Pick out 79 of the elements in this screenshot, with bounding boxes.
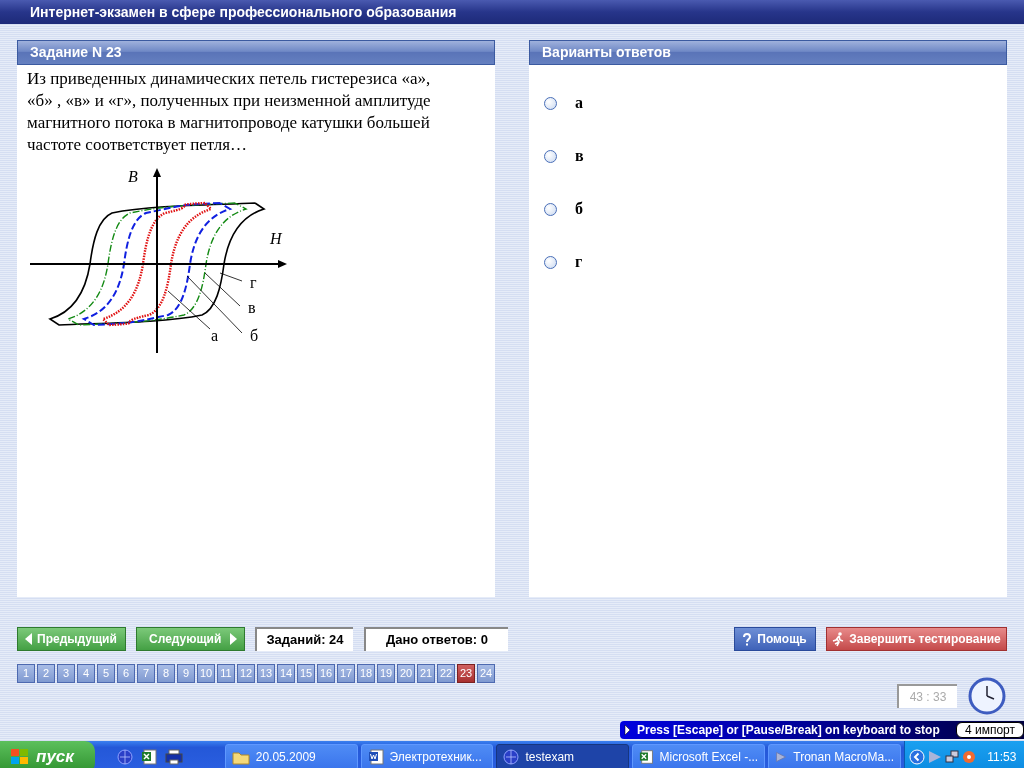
globe-icon bbox=[116, 749, 133, 765]
page-number-button[interactable]: 20 bbox=[397, 664, 415, 683]
help-icon bbox=[743, 632, 752, 646]
page-number-button[interactable]: 22 bbox=[437, 664, 455, 683]
panel-header: Задание N 23 bbox=[17, 40, 495, 65]
taskbar-button[interactable]: Microsoft Excel -... bbox=[632, 744, 766, 768]
panel-header: Варианты ответов bbox=[529, 40, 1007, 65]
page-number-button[interactable]: 19 bbox=[377, 664, 395, 683]
page-number-button[interactable]: 4 bbox=[77, 664, 95, 683]
page-number-button[interactable]: 10 bbox=[197, 664, 215, 683]
quick-launch-item[interactable] bbox=[140, 749, 157, 765]
flower-icon bbox=[962, 750, 977, 764]
page-number-button[interactable]: 21 bbox=[417, 664, 435, 683]
windows-logo-icon bbox=[10, 748, 30, 766]
axis-label: H bbox=[270, 230, 282, 247]
printer-icon bbox=[164, 749, 183, 765]
answer-option[interactable]: в bbox=[544, 146, 1007, 166]
spreadsheet-icon bbox=[639, 749, 654, 765]
taskbar-button[interactable]: Tronan MacroMa... bbox=[768, 744, 902, 768]
loop-label: г bbox=[250, 274, 257, 291]
loop-label: а bbox=[211, 327, 219, 344]
taskbar-button[interactable]: 20.05.2009 bbox=[224, 744, 358, 768]
taskbar-button[interactable]: Электротехник... bbox=[360, 744, 494, 768]
page-number-button[interactable]: 2 bbox=[37, 664, 55, 683]
finish-button[interactable]: Завершить тестирование bbox=[826, 627, 1007, 651]
page-number-button[interactable]: 11 bbox=[217, 664, 235, 683]
loop-label: б bbox=[250, 327, 259, 344]
radio-button[interactable] bbox=[544, 255, 557, 269]
page-number-button[interactable]: 23 bbox=[457, 664, 475, 683]
page-number-button[interactable]: 3 bbox=[57, 664, 75, 683]
page-number-button[interactable]: 6 bbox=[117, 664, 135, 683]
play-icon bbox=[775, 749, 788, 765]
play-icon bbox=[928, 750, 943, 764]
next-button[interactable]: Следующий bbox=[136, 627, 245, 651]
start-button[interactable]: пуск bbox=[0, 741, 95, 768]
tray-clock: 11:53 bbox=[987, 749, 1017, 766]
folder-icon bbox=[231, 749, 250, 765]
previous-button[interactable]: Предыдущий bbox=[17, 627, 126, 651]
page-number-button[interactable]: 15 bbox=[297, 664, 315, 683]
radio-button[interactable] bbox=[544, 149, 557, 163]
page-number-button[interactable]: 13 bbox=[257, 664, 275, 683]
radio-button[interactable] bbox=[544, 96, 557, 110]
loop-label: в bbox=[248, 299, 256, 316]
taskbar-button[interactable]: testexam bbox=[496, 744, 630, 768]
page-number-button[interactable]: 14 bbox=[277, 664, 295, 683]
window-title: Интернет-экзамен в сфере профессионального образования bbox=[0, 0, 1024, 24]
question-text: Из приведенных динамических петель гистерезиса «а», «б» , «в» и «г», полученных при неизменной амплитуде магнитного потока в магнитопроводе катушки большей частоте соответствует петля… bbox=[26, 68, 432, 156]
page-number-button[interactable]: 9 bbox=[177, 664, 195, 683]
page-number-button[interactable]: 5 bbox=[97, 664, 115, 683]
page-number-button[interactable]: 12 bbox=[237, 664, 255, 683]
answered-count: Дано ответов: 0 bbox=[364, 627, 508, 651]
document-icon bbox=[367, 749, 384, 765]
macro-message: Press [Escape] or [Pause/Break] on keyboard to stop bbox=[637, 722, 940, 739]
clock-icon bbox=[968, 677, 1006, 715]
macro-status: 4 импорт bbox=[955, 722, 1024, 738]
chevron-left-icon[interactable] bbox=[909, 749, 926, 765]
play-icon bbox=[624, 724, 631, 736]
left-arrow-icon bbox=[24, 632, 33, 646]
answer-option[interactable]: г bbox=[544, 252, 1007, 272]
page-number-button[interactable]: 1 bbox=[17, 664, 35, 683]
page-number-button[interactable]: 24 bbox=[477, 664, 495, 683]
answer-option[interactable]: б bbox=[544, 199, 1007, 219]
page-number-button[interactable]: 18 bbox=[357, 664, 375, 683]
task-count: Заданий: 24 bbox=[255, 627, 353, 651]
help-button[interactable]: Помощь bbox=[734, 627, 816, 651]
timer-display: 43 : 33 bbox=[897, 684, 957, 708]
spreadsheet-icon bbox=[140, 749, 157, 765]
radio-button[interactable] bbox=[544, 202, 557, 216]
globe-icon bbox=[503, 749, 520, 765]
quick-launch-item[interactable] bbox=[164, 749, 183, 765]
page-number-button[interactable]: 8 bbox=[157, 664, 175, 683]
axis-label: B bbox=[128, 168, 138, 185]
page-number-button[interactable]: 7 bbox=[137, 664, 155, 683]
running-person-icon bbox=[832, 631, 845, 647]
page-number-button[interactable]: 17 bbox=[337, 664, 355, 683]
page-number-button[interactable]: 16 bbox=[317, 664, 335, 683]
answer-option[interactable]: а bbox=[544, 93, 1007, 113]
network-icon bbox=[945, 750, 960, 764]
right-arrow-icon bbox=[229, 632, 238, 646]
